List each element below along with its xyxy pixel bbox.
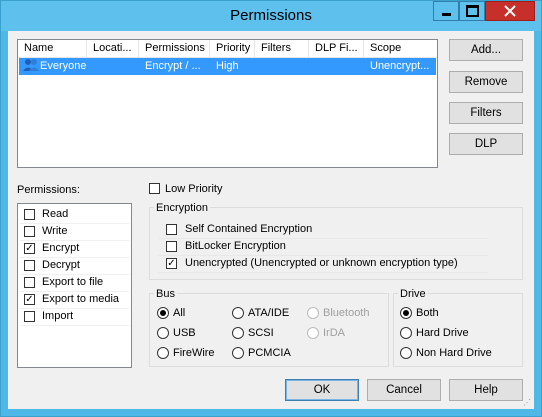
drive-non-hard-drive-radio[interactable] bbox=[400, 347, 412, 359]
cancel-button[interactable]: Cancel bbox=[367, 379, 441, 401]
drive-both-label[interactable]: Both bbox=[416, 307, 439, 320]
bus-ata-ide-radio[interactable] bbox=[232, 307, 244, 319]
column-header-filters[interactable]: Filters bbox=[255, 40, 309, 57]
encryption-item-self-contained[interactable]: Self Contained Encryption bbox=[158, 221, 488, 239]
bus-usb-label[interactable]: USB bbox=[173, 327, 196, 340]
minimize-button[interactable] bbox=[433, 1, 459, 21]
remove-button[interactable]: Remove bbox=[449, 71, 523, 93]
column-header-name[interactable]: Name bbox=[18, 40, 87, 57]
export-to-media-checkbox[interactable]: ✓ bbox=[24, 294, 35, 305]
import-checkbox[interactable] bbox=[24, 311, 35, 322]
group-user-icon bbox=[23, 59, 39, 71]
encryption-label: Self Contained Encryption bbox=[185, 223, 313, 235]
ok-button[interactable]: OK bbox=[285, 379, 359, 401]
list-header: Name Locati... Permissions Priority Filt… bbox=[18, 40, 437, 58]
drive-both-radio[interactable] bbox=[400, 307, 412, 319]
filters-button[interactable]: Filters bbox=[449, 102, 523, 124]
minimize-icon bbox=[441, 12, 451, 16]
cell-scope: Unencrypt... bbox=[370, 60, 430, 72]
decrypt-checkbox[interactable] bbox=[24, 260, 35, 271]
drive-hard-drive-radio[interactable] bbox=[400, 327, 412, 339]
bus-ata-ide-label[interactable]: ATA/IDE bbox=[248, 307, 289, 320]
help-button[interactable]: Help bbox=[449, 379, 523, 401]
bus-all-radio[interactable] bbox=[157, 307, 169, 319]
cell-filters bbox=[255, 58, 309, 75]
permission-label: Decrypt bbox=[42, 259, 80, 271]
encryption-label: BitLocker Encryption bbox=[185, 240, 286, 252]
low-priority-label[interactable]: Low Priority bbox=[165, 183, 222, 196]
permission-label: Write bbox=[42, 225, 68, 237]
title-bar[interactable]: Permissions bbox=[1, 1, 541, 31]
drive-group: Drive Both Hard Drive Non Hard Drive bbox=[393, 288, 523, 367]
bus-scsi-radio[interactable] bbox=[232, 327, 244, 339]
permissions-window: Permissions Name Locati... Permissions P… bbox=[0, 0, 542, 417]
row-name-label: Everyone bbox=[40, 60, 87, 72]
resize-grip-icon[interactable]: ⋰ bbox=[523, 398, 531, 407]
bus-bluetooth-label: Bluetooth bbox=[323, 307, 370, 319]
drive-hard-drive-label[interactable]: Hard Drive bbox=[416, 327, 469, 340]
encryption-group: Encryption Self Contained Encryption Bit… bbox=[149, 202, 523, 280]
bus-scsi-label[interactable]: SCSI bbox=[248, 327, 274, 340]
bus-all-label[interactable]: All bbox=[173, 307, 185, 320]
drive-non-hard-drive-label[interactable]: Non Hard Drive bbox=[416, 347, 492, 360]
maximize-button[interactable] bbox=[459, 1, 485, 21]
permission-item-export-to-file[interactable]: Export to file bbox=[20, 274, 129, 292]
permission-label: Encrypt bbox=[42, 242, 80, 254]
bus-group-title: Bus bbox=[154, 288, 177, 301]
column-header-scope[interactable]: Scope bbox=[364, 40, 437, 57]
cell-permissions: Encrypt / ... bbox=[145, 60, 201, 72]
bus-bluetooth-radio bbox=[307, 307, 319, 319]
read-checkbox[interactable] bbox=[24, 209, 35, 220]
encryption-label: Unencrypted (Unencrypted or unknown encr… bbox=[185, 257, 458, 269]
encryption-group-title: Encryption bbox=[154, 202, 210, 215]
low-priority-checkbox[interactable] bbox=[149, 183, 160, 194]
permission-item-decrypt[interactable]: Decrypt bbox=[20, 257, 129, 275]
bus-usb-radio[interactable] bbox=[157, 327, 169, 339]
bitlocker-encryption-checkbox[interactable] bbox=[166, 241, 177, 252]
cell-location bbox=[87, 58, 139, 75]
permission-item-write[interactable]: Write bbox=[20, 223, 129, 241]
bus-pcmcia-label[interactable]: PCMCIA bbox=[248, 347, 291, 360]
cell-priority: High bbox=[216, 60, 239, 72]
drive-group-title: Drive bbox=[398, 288, 428, 301]
add-button[interactable]: Add... bbox=[449, 39, 523, 61]
permission-item-encrypt[interactable]: ✓ Encrypt bbox=[20, 240, 129, 258]
table-row[interactable]: Everyone Encrypt / ... High Unencrypt... bbox=[19, 58, 436, 75]
encryption-item-bitlocker[interactable]: BitLocker Encryption bbox=[158, 238, 488, 256]
cell-name: Everyone bbox=[19, 58, 87, 75]
dlp-button[interactable]: DLP bbox=[449, 133, 523, 155]
self-contained-encryption-checkbox[interactable] bbox=[166, 224, 177, 235]
bus-firewire-radio[interactable] bbox=[157, 347, 169, 359]
close-button[interactable] bbox=[485, 1, 535, 21]
bus-pcmcia-radio[interactable] bbox=[232, 347, 244, 359]
permissions-label: Permissions: bbox=[17, 184, 80, 196]
permission-item-import[interactable]: Import bbox=[20, 308, 129, 326]
unencrypted-checkbox[interactable]: ✓ bbox=[166, 258, 177, 269]
permission-label: Read bbox=[42, 208, 69, 220]
maximize-icon bbox=[465, 5, 479, 17]
permission-item-read[interactable]: Read bbox=[20, 206, 129, 224]
permissions-list[interactable]: Name Locati... Permissions Priority Filt… bbox=[17, 39, 438, 168]
column-header-priority[interactable]: Priority bbox=[210, 40, 255, 57]
column-header-location[interactable]: Locati... bbox=[87, 40, 139, 57]
bus-irda-radio bbox=[307, 327, 319, 339]
bus-firewire-label[interactable]: FireWire bbox=[173, 347, 215, 360]
bus-irda-label: IrDA bbox=[323, 327, 345, 339]
encrypt-checkbox[interactable]: ✓ bbox=[24, 243, 35, 254]
close-icon bbox=[504, 5, 516, 17]
cell-dlp bbox=[309, 58, 364, 75]
encryption-item-unencrypted[interactable]: ✓ Unencrypted (Unencrypted or unknown en… bbox=[158, 255, 488, 273]
permissions-checklist[interactable]: Read Write ✓ Encrypt Decrypt Export to f… bbox=[17, 203, 132, 368]
column-header-permissions[interactable]: Permissions bbox=[139, 40, 210, 57]
permission-item-export-to-media[interactable]: ✓ Export to media bbox=[20, 291, 129, 309]
write-checkbox[interactable] bbox=[24, 226, 35, 237]
column-header-dlp-filters[interactable]: DLP Fi... bbox=[309, 40, 364, 57]
export-to-file-checkbox[interactable] bbox=[24, 277, 35, 288]
permission-label: Import bbox=[42, 310, 74, 322]
permission-label: Export to file bbox=[42, 276, 104, 288]
permission-label: Export to media bbox=[42, 293, 120, 305]
bus-group: Bus All ATA/IDE Bluetooth USB SCSI IrDA … bbox=[149, 288, 389, 367]
dialog-client-area: Name Locati... Permissions Priority Filt… bbox=[8, 31, 534, 409]
